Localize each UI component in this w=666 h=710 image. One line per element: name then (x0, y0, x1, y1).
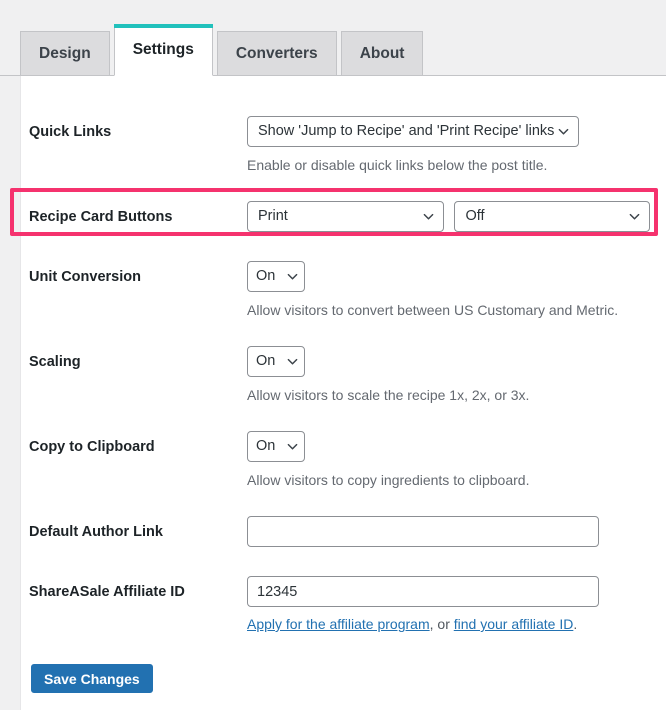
chevron-down-icon (629, 211, 640, 222)
label-copy-to-clipboard: Copy to Clipboard (29, 439, 155, 455)
chevron-down-icon (558, 126, 569, 137)
tab-converters-label: Converters (235, 45, 318, 63)
tab-list: Design Settings Converters About (20, 18, 424, 76)
tab-settings-label: Settings (132, 41, 194, 59)
field-shareasale-affiliate-id: Apply for the affiliate program, or find… (247, 576, 599, 634)
tab-about-label: About (359, 45, 405, 63)
shareasale-affiliate-note: Apply for the affiliate program, or find… (247, 614, 599, 634)
apply-affiliate-program-link[interactable]: Apply for the affiliate program (247, 616, 430, 632)
label-quick-links: Quick Links (29, 124, 112, 140)
field-copy-to-clipboard: On Allow visitors to copy ingredients to… (247, 431, 529, 490)
save-changes-label: Save Changes (44, 670, 140, 687)
field-recipe-card-buttons: Print Off (247, 201, 651, 232)
help-quick-links: Enable or disable quick links below the … (247, 157, 548, 173)
affiliate-note-period: . (573, 616, 578, 632)
scaling-select[interactable]: On (247, 346, 305, 377)
help-copy-to-clipboard: Allow visitors to copy ingredients to cl… (247, 472, 530, 488)
chevron-down-icon (287, 441, 298, 452)
field-unit-conversion: On Allow visitors to convert between US … (247, 261, 618, 320)
tab-converters[interactable]: Converters (216, 31, 337, 76)
affiliate-note-separator: , or (429, 616, 454, 632)
tab-about[interactable]: About (340, 31, 424, 76)
recipe-card-buttons-primary-value: Print (258, 208, 288, 225)
label-default-author-link: Default Author Link (29, 524, 163, 540)
tab-design-label: Design (39, 45, 91, 63)
find-affiliate-id-link[interactable]: find your affiliate ID (454, 616, 574, 632)
label-scaling: Scaling (29, 354, 81, 370)
recipe-card-buttons-primary-select[interactable]: Print (247, 201, 444, 232)
field-default-author-link (247, 516, 599, 547)
settings-page: Design Settings Converters About Quick L… (0, 0, 666, 710)
copy-to-clipboard-value: On (256, 438, 276, 455)
recipe-card-buttons-secondary-value: Off (465, 208, 485, 225)
chevron-down-icon (287, 271, 298, 282)
unit-conversion-value: On (256, 268, 276, 285)
help-scaling: Allow visitors to scale the recipe 1x, 2… (247, 387, 530, 403)
recipe-card-buttons-secondary-select[interactable]: Off (454, 201, 651, 232)
label-unit-conversion: Unit Conversion (29, 269, 141, 285)
help-unit-conversion: Allow visitors to convert between US Cus… (247, 302, 619, 318)
unit-conversion-select[interactable]: On (247, 261, 305, 292)
scaling-value: On (256, 353, 276, 370)
chevron-down-icon (423, 211, 434, 222)
tab-bar: Design Settings Converters About (0, 0, 666, 76)
tab-design[interactable]: Design (20, 31, 110, 76)
default-author-link-input[interactable] (247, 516, 599, 547)
tab-settings[interactable]: Settings (113, 24, 214, 76)
field-quick-links: Show 'Jump to Recipe' and 'Print Recipe'… (247, 116, 579, 175)
label-shareasale-affiliate-id: ShareASale Affiliate ID (29, 584, 185, 600)
field-scaling: On Allow visitors to scale the recipe 1x… (247, 346, 529, 405)
quick-links-select-value: Show 'Jump to Recipe' and 'Print Recipe'… (258, 123, 555, 140)
shareasale-affiliate-id-input[interactable] (247, 576, 599, 607)
quick-links-select[interactable]: Show 'Jump to Recipe' and 'Print Recipe'… (247, 116, 579, 147)
chevron-down-icon (287, 356, 298, 367)
label-recipe-card-buttons: Recipe Card Buttons (29, 209, 173, 225)
save-changes-button[interactable]: Save Changes (31, 664, 153, 693)
copy-to-clipboard-select[interactable]: On (247, 431, 305, 462)
settings-panel: Quick Links Show 'Jump to Recipe' and 'P… (20, 76, 666, 710)
